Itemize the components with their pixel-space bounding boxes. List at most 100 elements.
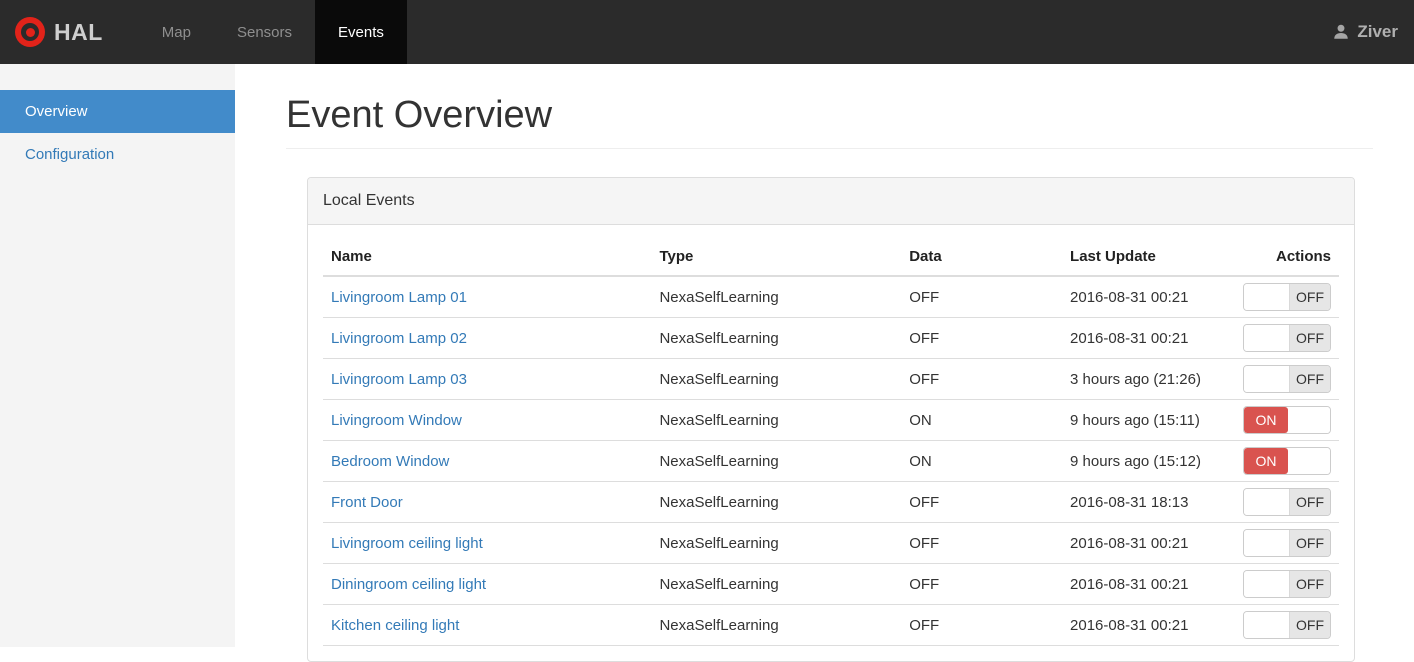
local-events-panel: Local Events Name Type Data Last Update … <box>307 177 1355 662</box>
event-data-value: OFF <box>901 317 1063 359</box>
event-type: NexaSelfLearning <box>651 399 902 441</box>
table-row: Livingroom Lamp 03 NexaSelfLearning OFF … <box>323 358 1339 400</box>
page-title: Event Overview <box>286 94 553 136</box>
navbar-item-sensors[interactable]: Sensors <box>214 0 315 64</box>
event-actions-cell: OFF <box>1235 358 1339 400</box>
event-actions-cell: ON <box>1235 440 1339 482</box>
toggle-off-label: OFF <box>1289 325 1330 351</box>
event-type: NexaSelfLearning <box>651 604 902 646</box>
action-toggle-switch[interactable]: OFF <box>1243 488 1331 516</box>
event-type: NexaSelfLearning <box>651 563 902 605</box>
toggle-off-label: OFF <box>1289 612 1330 638</box>
event-actions-cell: OFF <box>1235 563 1339 605</box>
action-toggle-switch[interactable]: OFF <box>1243 570 1331 598</box>
event-data-value: OFF <box>901 522 1063 564</box>
event-name-link[interactable]: Livingroom Lamp 03 <box>331 371 467 388</box>
top-navbar: HAL Map Sensors Events Ziver <box>0 0 1414 64</box>
event-actions-cell: OFF <box>1235 522 1339 564</box>
header-data: Data <box>901 240 1063 277</box>
event-last-update: 2016-08-31 00:21 <box>1062 604 1235 646</box>
navbar-item-map[interactable]: Map <box>139 0 214 64</box>
table-row: Livingroom ceiling light NexaSelfLearnin… <box>323 522 1339 564</box>
event-type: NexaSelfLearning <box>651 358 902 400</box>
event-last-update: 9 hours ago (15:11) <box>1062 399 1235 441</box>
header-actions: Actions <box>1235 240 1339 277</box>
event-name-link[interactable]: Bedroom Window <box>331 453 449 470</box>
user-icon <box>1334 24 1349 39</box>
action-toggle-switch[interactable]: OFF <box>1243 529 1331 557</box>
header-type: Type <box>651 240 902 277</box>
action-toggle-switch[interactable]: ON <box>1243 447 1331 475</box>
navbar-menu: Map Sensors Events <box>139 0 407 64</box>
table-row: Livingroom Lamp 02 NexaSelfLearning OFF … <box>323 317 1339 359</box>
toggle-handle <box>1244 571 1289 597</box>
event-name-link[interactable]: Front Door <box>331 494 403 511</box>
toggle-off-label: OFF <box>1289 530 1330 556</box>
table-header-row: Name Type Data Last Update Actions <box>323 240 1339 277</box>
toggle-handle <box>1244 325 1289 351</box>
event-name-link[interactable]: Kitchen ceiling light <box>331 617 459 634</box>
title-divider <box>286 148 1373 149</box>
action-toggle-switch[interactable]: OFF <box>1243 324 1331 352</box>
action-toggle-switch[interactable]: OFF <box>1243 365 1331 393</box>
action-toggle-switch[interactable]: OFF <box>1243 283 1331 311</box>
main-content: Event Overview Local Events Name Type Da… <box>235 64 1414 662</box>
toggle-on-label: ON <box>1244 407 1288 433</box>
event-data-value: OFF <box>901 604 1063 646</box>
event-type: NexaSelfLearning <box>651 440 902 482</box>
event-last-update: 2016-08-31 00:21 <box>1062 522 1235 564</box>
events-table: Name Type Data Last Update Actions Livin… <box>323 240 1339 646</box>
event-actions-cell: OFF <box>1235 276 1339 318</box>
table-row: Livingroom Window NexaSelfLearning ON 9 … <box>323 399 1339 441</box>
table-row: Livingroom Lamp 01 NexaSelfLearning OFF … <box>323 276 1339 318</box>
header-last-update: Last Update <box>1062 240 1235 277</box>
event-actions-cell: OFF <box>1235 604 1339 646</box>
user-menu[interactable]: Ziver <box>1316 0 1414 64</box>
toggle-handle <box>1244 612 1289 638</box>
bullseye-logo-icon <box>15 17 45 47</box>
event-name-link[interactable]: Diningroom ceiling light <box>331 576 486 593</box>
event-type: NexaSelfLearning <box>651 276 902 318</box>
toggle-off-label: OFF <box>1289 366 1330 392</box>
user-name: Ziver <box>1357 22 1398 41</box>
toggle-off-label: OFF <box>1289 284 1330 310</box>
table-row: Diningroom ceiling light NexaSelfLearnin… <box>323 563 1339 605</box>
event-type: NexaSelfLearning <box>651 317 902 359</box>
event-last-update: 3 hours ago (21:26) <box>1062 358 1235 400</box>
event-data-value: OFF <box>901 358 1063 400</box>
sidebar: Overview Configuration <box>0 64 235 647</box>
toggle-handle <box>1288 448 1330 474</box>
sidebar-item-configuration[interactable]: Configuration <box>0 133 235 176</box>
toggle-off-label: OFF <box>1289 489 1330 515</box>
action-toggle-switch[interactable]: OFF <box>1243 611 1331 639</box>
table-row: Front Door NexaSelfLearning OFF 2016-08-… <box>323 481 1339 523</box>
event-actions-cell: ON <box>1235 399 1339 441</box>
event-type: NexaSelfLearning <box>651 481 902 523</box>
event-actions-cell: OFF <box>1235 317 1339 359</box>
event-name-link[interactable]: Livingroom ceiling light <box>331 535 483 552</box>
toggle-handle <box>1244 366 1289 392</box>
brand-label: HAL <box>54 18 103 45</box>
event-name-link[interactable]: Livingroom Lamp 02 <box>331 330 467 347</box>
event-actions-cell: OFF <box>1235 481 1339 523</box>
toggle-handle <box>1244 530 1289 556</box>
event-last-update: 9 hours ago (15:12) <box>1062 440 1235 482</box>
brand[interactable]: HAL <box>0 0 121 64</box>
event-last-update: 2016-08-31 00:21 <box>1062 317 1235 359</box>
navbar-item-events[interactable]: Events <box>315 0 407 64</box>
panel-title: Local Events <box>308 178 1354 225</box>
header-name: Name <box>323 240 652 277</box>
toggle-handle <box>1288 407 1330 433</box>
toggle-off-label: OFF <box>1289 571 1330 597</box>
event-last-update: 2016-08-31 00:21 <box>1062 563 1235 605</box>
toggle-on-label: ON <box>1244 448 1288 474</box>
event-name-link[interactable]: Livingroom Window <box>331 412 462 429</box>
action-toggle-switch[interactable]: ON <box>1243 406 1331 434</box>
sidebar-item-overview[interactable]: Overview <box>0 90 235 133</box>
event-last-update: 2016-08-31 18:13 <box>1062 481 1235 523</box>
event-last-update: 2016-08-31 00:21 <box>1062 276 1235 318</box>
event-name-link[interactable]: Livingroom Lamp 01 <box>331 289 467 306</box>
table-row: Bedroom Window NexaSelfLearning ON 9 hou… <box>323 440 1339 482</box>
navbar-spacer <box>407 0 1317 64</box>
event-type: NexaSelfLearning <box>651 522 902 564</box>
